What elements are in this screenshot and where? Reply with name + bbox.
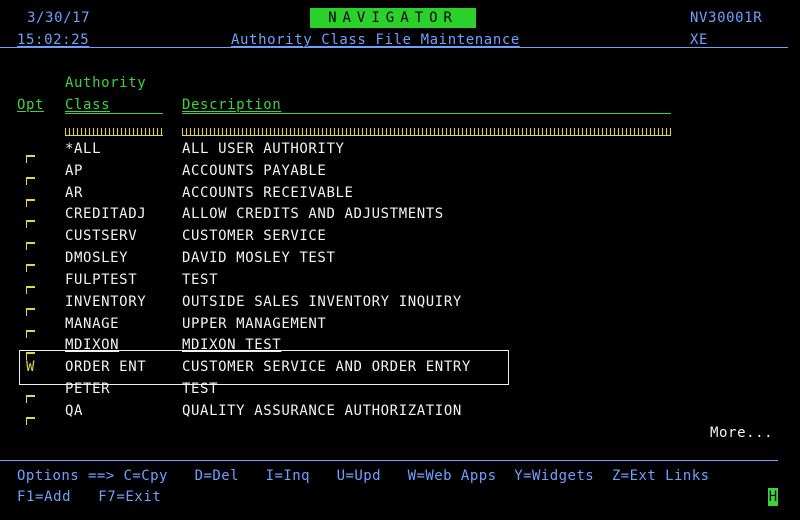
option-input[interactable] bbox=[26, 286, 35, 294]
cursor-indicator: H bbox=[768, 488, 778, 506]
authority-class-cell: AR bbox=[65, 185, 84, 201]
option-input[interactable] bbox=[26, 199, 35, 207]
description-cell: UPPER MANAGEMENT bbox=[182, 316, 327, 332]
option-input[interactable] bbox=[26, 417, 35, 425]
option-input[interactable] bbox=[26, 264, 35, 272]
description-cell: ALL USER AUTHORITY bbox=[182, 141, 345, 157]
option-input[interactable] bbox=[26, 330, 35, 338]
description-filter-input[interactable] bbox=[182, 128, 671, 136]
description-cell: QUALITY ASSURANCE AUTHORIZATION bbox=[182, 403, 462, 419]
footer-divider bbox=[0, 460, 778, 461]
option-input[interactable] bbox=[26, 155, 35, 163]
authority-class-cell: CUSTSERV bbox=[65, 228, 138, 244]
description-cell: ACCOUNTS PAYABLE bbox=[182, 163, 327, 179]
option-input[interactable] bbox=[26, 220, 35, 228]
description-cell: DAVID MOSLEY TEST bbox=[182, 250, 336, 266]
column-header-description: Description bbox=[182, 97, 282, 113]
authority-class-cell: *ALL bbox=[65, 141, 102, 157]
authority-class-cell: AP bbox=[65, 163, 84, 179]
description-cell: ALLOW CREDITS AND ADJUSTMENTS bbox=[182, 206, 444, 222]
description-cell: ACCOUNTS RECEIVABLE bbox=[182, 185, 354, 201]
authority-class-cell: QA bbox=[65, 403, 84, 419]
function-keys-legend: F1=Add F7=Exit bbox=[17, 489, 162, 505]
description-header-underline bbox=[182, 113, 671, 114]
class-filter-input[interactable] bbox=[65, 128, 163, 136]
description-cell: CUSTOMER SERVICE bbox=[182, 228, 327, 244]
column-header-class-top: Authority bbox=[65, 75, 147, 91]
authority-class-cell: FULPTEST bbox=[65, 272, 138, 288]
program-id: NV30001R bbox=[690, 10, 763, 26]
authority-class-cell: ORDER ENT bbox=[65, 359, 147, 375]
description-cell: TEST bbox=[182, 272, 219, 288]
column-header-class: Class bbox=[65, 97, 111, 113]
option-input[interactable] bbox=[26, 308, 35, 316]
column-header-opt: Opt bbox=[17, 97, 45, 113]
description-cell: TEST bbox=[182, 381, 219, 397]
app-title: NAVIGATOR bbox=[328, 10, 458, 26]
authority-class-cell: MANAGE bbox=[65, 316, 120, 332]
header-divider bbox=[0, 47, 788, 48]
authority-class-cell: INVENTORY bbox=[65, 294, 147, 310]
more-indicator: More... bbox=[710, 425, 774, 441]
options-legend: Options ==> C=Cpy D=Del I=Inq U=Upd W=We… bbox=[17, 468, 710, 484]
option-input[interactable] bbox=[26, 177, 35, 185]
option-input[interactable]: W bbox=[26, 358, 35, 376]
option-input[interactable] bbox=[26, 395, 35, 403]
authority-class-cell: CREDITADJ bbox=[65, 206, 147, 222]
description-cell: OUTSIDE SALES INVENTORY INQUIRY bbox=[182, 294, 462, 310]
date-label: 3/30/17 bbox=[27, 10, 91, 26]
description-cell: CUSTOMER SERVICE AND ORDER ENTRY bbox=[182, 359, 471, 375]
authority-class-cell: PETER bbox=[65, 381, 111, 397]
class-header-underline bbox=[65, 113, 163, 114]
authority-class-cell: DMOSLEY bbox=[65, 250, 129, 266]
option-input[interactable] bbox=[26, 242, 35, 250]
